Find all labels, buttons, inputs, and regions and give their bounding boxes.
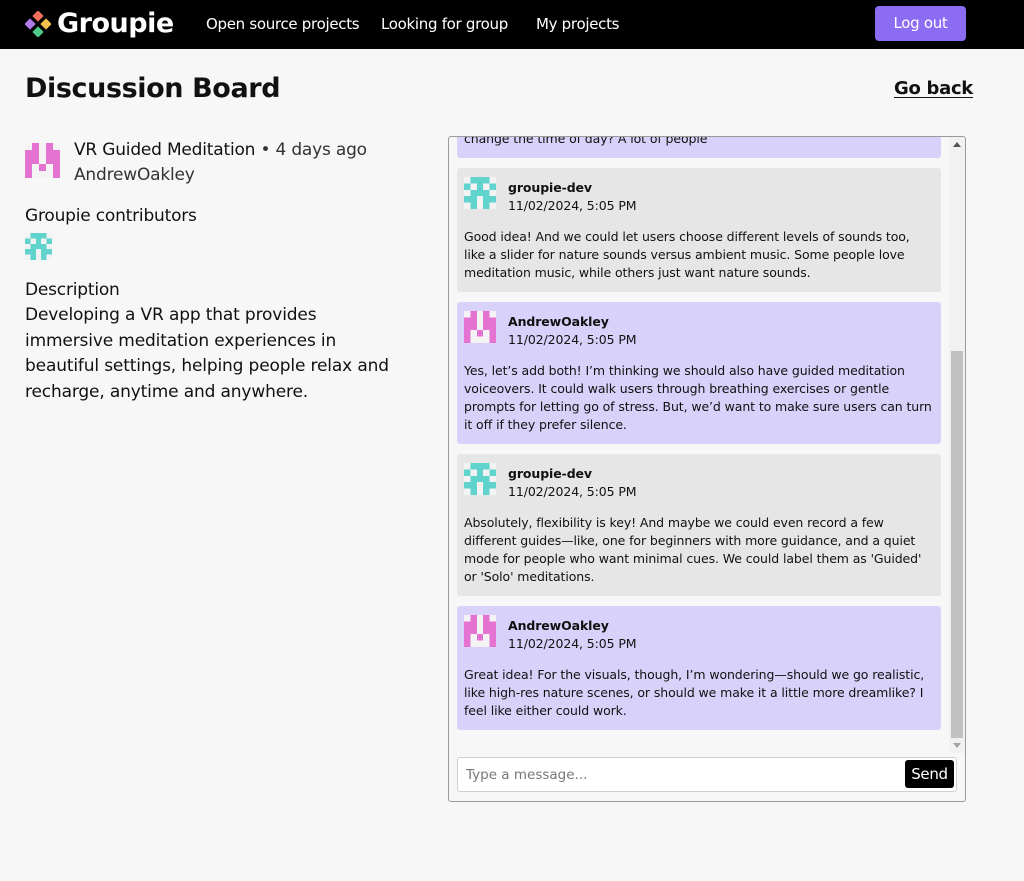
message-text: Yes, let’s add both! I’m thinking we sho… — [464, 363, 932, 432]
nav-my-projects[interactable]: My projects — [536, 14, 619, 34]
nav-looking-for-group[interactable]: Looking for group — [381, 14, 508, 34]
discussion-panel: Totally, and adding subtle sounds would … — [448, 136, 966, 802]
logout-button[interactable]: Log out — [875, 6, 966, 41]
messages-scrollbar[interactable] — [949, 137, 965, 753]
message-author: AndrewOakley — [508, 618, 609, 633]
go-back-link[interactable]: Go back — [894, 78, 973, 99]
contributor-avatar — [25, 233, 52, 260]
author-avatar — [464, 463, 496, 495]
scroll-down-arrow-icon[interactable] — [953, 743, 961, 748]
description-heading: Description — [25, 280, 120, 300]
message-time: 11/02/2024, 5:05 PM — [508, 484, 637, 499]
project-title: VR Guided Meditation — [74, 140, 256, 160]
page-title: Discussion Board — [25, 73, 281, 104]
send-button[interactable]: Send — [905, 760, 954, 788]
project-owner-avatar — [25, 143, 60, 178]
message-list: Totally, and adding subtle sounds would … — [457, 137, 941, 740]
message-time: 11/02/2024, 5:05 PM — [508, 332, 637, 347]
message: Totally, and adding subtle sounds would … — [457, 137, 941, 158]
message: groupie-dev 11/02/2024, 5:05 PM Good ide… — [457, 168, 941, 292]
title-separator: • — [260, 140, 271, 160]
logo[interactable]: Groupie — [25, 7, 174, 41]
scrollbar-thumb[interactable] — [951, 351, 963, 738]
author-avatar — [464, 311, 496, 343]
message-time: 11/02/2024, 5:05 PM — [508, 636, 637, 651]
message-time: 11/02/2024, 5:05 PM — [508, 198, 637, 213]
nav-open-source-projects[interactable]: Open source projects — [206, 14, 360, 34]
author-avatar — [464, 177, 496, 209]
project-description: Developing a VR app that provides immers… — [25, 305, 389, 402]
project-title-line: VR Guided Meditation • 4 days ago — [74, 138, 367, 162]
brand-name: Groupie — [57, 8, 174, 39]
navbar: Groupie Open source projects Looking for… — [0, 0, 1024, 49]
message-text: Great idea! For the visuals, though, I’m… — [464, 667, 925, 718]
groupie-logo-icon — [25, 11, 51, 37]
message: AndrewOakley 11/02/2024, 5:05 PM Great i… — [457, 606, 941, 730]
scroll-up-arrow-icon[interactable] — [953, 142, 961, 147]
message-author: groupie-dev — [508, 466, 592, 481]
contributors-heading: Groupie contributors — [25, 206, 197, 226]
message-composer: Send — [457, 757, 957, 792]
message-author: AndrewOakley — [508, 314, 609, 329]
message-input[interactable] — [458, 758, 898, 791]
message-text: Totally, and adding subtle sounds would … — [464, 137, 708, 146]
message: groupie-dev 11/02/2024, 5:05 PM Absolute… — [457, 454, 941, 596]
message-text: Absolutely, flexibility is key! And mayb… — [464, 515, 922, 584]
project-age: 4 days ago — [275, 140, 368, 160]
message-header: AndrewOakley 11/02/2024, 5:05 PM — [464, 615, 933, 657]
message-header: groupie-dev 11/02/2024, 5:05 PM — [464, 463, 933, 505]
message-author: groupie-dev — [508, 180, 592, 195]
messages-viewport[interactable]: Totally, and adding subtle sounds would … — [449, 137, 949, 753]
message-text: Good idea! And we could let users choose… — [464, 229, 910, 280]
message: AndrewOakley 11/02/2024, 5:05 PM Yes, le… — [457, 302, 941, 444]
author-avatar — [464, 615, 496, 647]
message-header: groupie-dev 11/02/2024, 5:05 PM — [464, 177, 933, 219]
project-author: AndrewOakley — [74, 165, 195, 185]
message-header: AndrewOakley 11/02/2024, 5:05 PM — [464, 311, 933, 353]
